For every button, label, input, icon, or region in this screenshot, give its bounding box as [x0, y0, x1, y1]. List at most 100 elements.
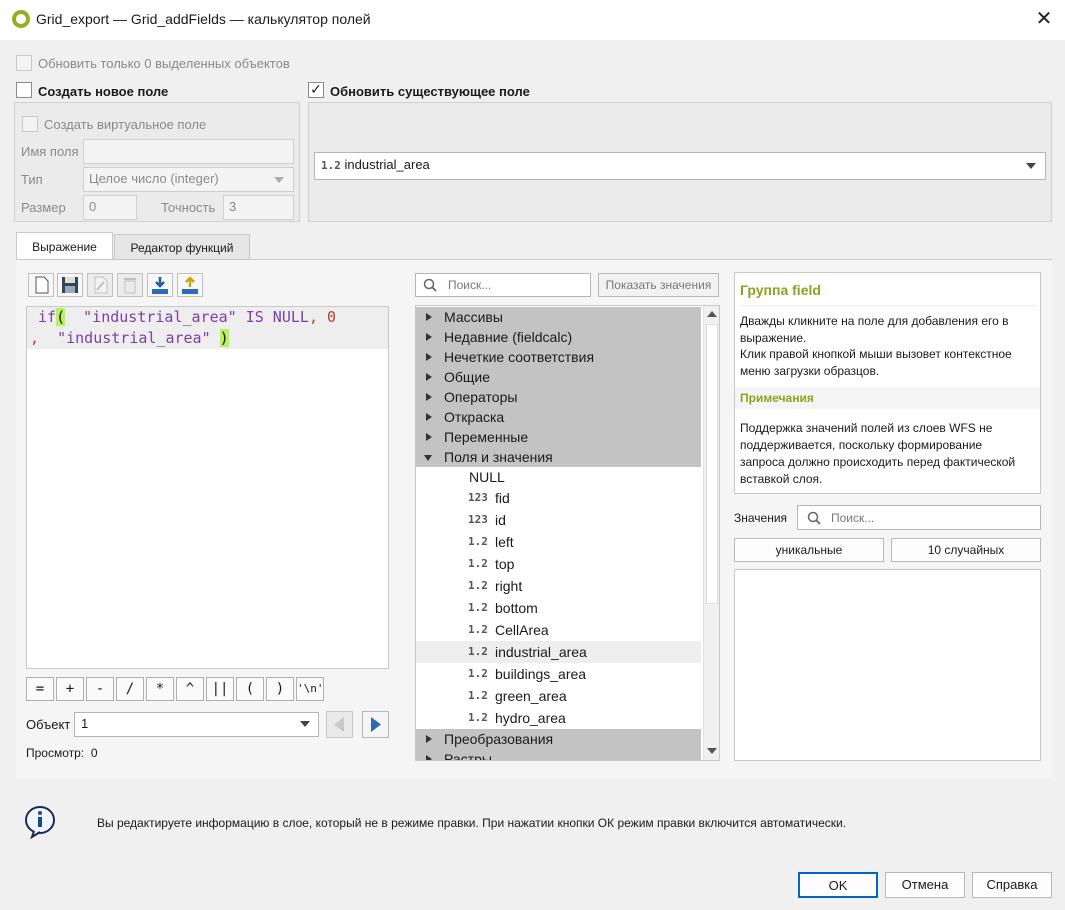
save-button[interactable]: [57, 273, 83, 297]
expanded-arrow-icon[interactable]: [424, 455, 432, 461]
collapsed-arrow-icon[interactable]: [426, 413, 432, 421]
field-list-item[interactable]: 1.2 buildings_area: [416, 663, 701, 685]
collapsed-arrow-icon[interactable]: [426, 433, 432, 441]
previous-feature-button[interactable]: [326, 711, 353, 738]
op-plus-button[interactable]: +: [56, 677, 84, 701]
collapsed-arrow-icon[interactable]: [426, 735, 432, 743]
tree-group-label: Откраска: [444, 409, 505, 425]
decimal-type-icon: 1.2: [468, 689, 488, 702]
field-list-item[interactable]: NULL: [416, 466, 701, 488]
tree-group[interactable]: Растры: [416, 749, 701, 760]
field-list-item[interactable]: 123 fid: [416, 487, 701, 509]
field-list-item[interactable]: 1.2 industrial_area: [416, 641, 701, 663]
feature-select[interactable]: 1: [74, 712, 319, 737]
field-list-item[interactable]: 123 id: [416, 509, 701, 531]
scroll-up-icon[interactable]: [707, 311, 717, 317]
precision-spinbox[interactable]: 3: [223, 195, 294, 220]
op-divide-button[interactable]: /: [116, 677, 144, 701]
function-tree: Массивы Недавние (fieldcalc) Нечеткие соот…: [415, 305, 720, 761]
random-values-button[interactable]: 10 случайных: [891, 538, 1041, 562]
scroll-down-icon[interactable]: [707, 748, 717, 754]
field-list-item[interactable]: 1.2 top: [416, 553, 701, 575]
edit-button[interactable]: [87, 273, 113, 297]
size-label: Размер: [21, 200, 66, 215]
import-button[interactable]: [147, 273, 173, 297]
update-selected-checkbox[interactable]: [16, 55, 32, 71]
field-list-item[interactable]: 1.2 CellArea: [416, 619, 701, 641]
field-list-item[interactable]: 1.2 green_area: [416, 685, 701, 707]
field-list-item[interactable]: 1.2 right: [416, 575, 701, 597]
tree-group[interactable]: Поля и значения: [416, 447, 701, 467]
collapsed-arrow-icon[interactable]: [426, 333, 432, 341]
unique-values-button[interactable]: уникальные: [734, 538, 884, 562]
field-list-item[interactable]: 1.2 bottom: [416, 597, 701, 619]
collapsed-arrow-icon[interactable]: [426, 313, 432, 321]
field-name: top: [495, 556, 515, 572]
tree-group[interactable]: Массивы: [416, 307, 701, 327]
tree-group[interactable]: Общие: [416, 367, 701, 387]
create-new-field-checkbox[interactable]: [16, 82, 32, 98]
tab-function-editor[interactable]: Редактор функций: [114, 234, 250, 260]
tree-group[interactable]: Откраска: [416, 407, 701, 427]
bracket-close: ): [219, 329, 229, 347]
op-open-paren-button[interactable]: (: [236, 677, 264, 701]
chevron-down-icon: [274, 177, 284, 183]
collapsed-arrow-icon[interactable]: [426, 755, 432, 760]
virtual-field-checkbox[interactable]: [22, 116, 38, 132]
tree-group-label: Недавние (fieldcalc): [444, 329, 573, 345]
trash-icon: [124, 278, 136, 294]
op-newline-button[interactable]: '\n': [296, 677, 324, 701]
bracket-open: (: [56, 308, 66, 326]
next-feature-button[interactable]: [362, 711, 389, 738]
export-icon: [182, 276, 198, 294]
scroll-thumb[interactable]: [706, 324, 718, 604]
field-list-item[interactable]: 1.2 hydro_area: [416, 707, 701, 729]
tab-expression[interactable]: Выражение: [16, 232, 113, 260]
values-search-input[interactable]: Поиск...: [797, 505, 1041, 530]
ok-button[interactable]: OK: [798, 872, 878, 898]
expression-editor[interactable]: [26, 306, 389, 669]
decimal-type-icon: 1.2: [468, 579, 488, 592]
op-multiply-button[interactable]: *: [146, 677, 174, 701]
field-list-item[interactable]: 1.2 left: [416, 531, 701, 553]
field-name: bottom: [495, 600, 538, 616]
triangle-right-icon: [371, 717, 381, 732]
tree-group[interactable]: Переменные: [416, 427, 701, 447]
close-icon[interactable]: ✕: [1034, 6, 1054, 30]
tree-group[interactable]: Нечеткие соответствия: [416, 347, 701, 367]
tree-group[interactable]: Недавние (fieldcalc): [416, 327, 701, 347]
decimal-type-icon: 1.2: [468, 535, 488, 548]
collapsed-arrow-icon[interactable]: [426, 373, 432, 381]
op-minus-button[interactable]: -: [86, 677, 114, 701]
chevron-down-icon: [300, 721, 310, 727]
expression-line-1: if( "industrial_area" IS NULL, 0: [38, 308, 336, 326]
field-ref: "industrial_area": [57, 329, 211, 347]
collapsed-arrow-icon[interactable]: [426, 393, 432, 401]
op-equals-button[interactable]: =: [26, 677, 54, 701]
field-name-input[interactable]: [83, 139, 294, 164]
field-ref: "industrial_area": [83, 308, 237, 326]
tree-scrollbar[interactable]: [703, 306, 719, 760]
function-search-placeholder: Поиск...: [448, 278, 492, 292]
tree-group[interactable]: Преобразования: [416, 729, 701, 749]
op-close-paren-button[interactable]: ): [266, 677, 294, 701]
field-type-select[interactable]: Целое число (integer): [83, 167, 294, 192]
help-button[interactable]: Справка: [972, 872, 1052, 898]
export-button[interactable]: [177, 273, 203, 297]
tree-group[interactable]: Операторы: [416, 387, 701, 407]
new-file-button[interactable]: [28, 273, 54, 297]
new-file-icon: [35, 276, 49, 294]
show-values-button[interactable]: Показать значения: [598, 273, 719, 297]
cancel-button[interactable]: Отмена: [885, 872, 965, 898]
collapsed-arrow-icon[interactable]: [426, 353, 432, 361]
update-existing-checkbox[interactable]: ✓: [308, 82, 324, 98]
existing-field-select[interactable]: 1.2 industrial_area: [314, 152, 1046, 180]
delete-button[interactable]: [117, 273, 143, 297]
values-list[interactable]: [734, 569, 1041, 761]
op-concat-button[interactable]: ||: [206, 677, 234, 701]
function-search-input[interactable]: Поиск...: [415, 273, 591, 297]
decimal-type-icon: 1.2: [468, 711, 488, 724]
size-spinbox[interactable]: 0: [83, 195, 137, 220]
op-power-button[interactable]: ^: [176, 677, 204, 701]
precision-label: Точность: [161, 200, 216, 215]
